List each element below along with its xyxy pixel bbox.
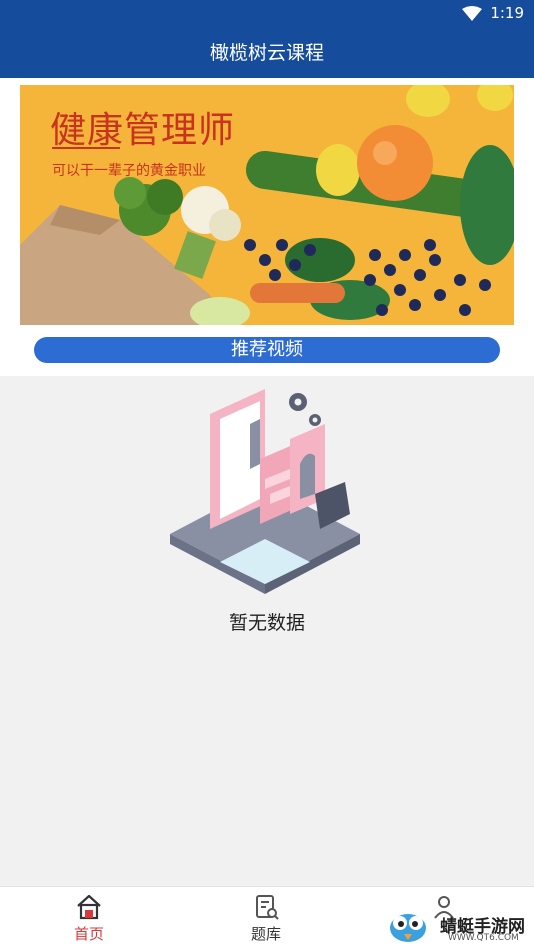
wifi-icon xyxy=(462,6,482,21)
status-bar: 1:19 xyxy=(0,0,534,28)
empty-state-text: 暂无数据 xyxy=(228,612,305,634)
promo-banner[interactable]: 健康管理师 可以干一辈子的黄金职业 xyxy=(20,85,514,325)
app-title: 橄榄树云课程 xyxy=(0,28,534,78)
nav-home-label: 首页 xyxy=(73,925,104,943)
content-area: 暂无数据 xyxy=(0,376,534,886)
nav-home[interactable]: 首页 xyxy=(49,893,129,944)
nav-question-bank-label: 题库 xyxy=(250,925,281,943)
watermark-url: WWW.QT6.COM xyxy=(448,933,519,943)
home-icon xyxy=(77,894,101,920)
question-bank-icon xyxy=(256,895,279,920)
empty-state-illustration xyxy=(170,389,360,594)
status-time: 1:19 xyxy=(490,4,524,22)
recommended-videos-button[interactable]: 推荐视频 xyxy=(34,337,500,363)
banner-subtitle: 可以干一辈子的黄金职业 xyxy=(52,163,206,179)
nav-question-bank[interactable]: 题库 xyxy=(226,893,306,944)
watermark-logo xyxy=(390,914,426,942)
banner-title: 健康管理师 xyxy=(50,110,236,151)
